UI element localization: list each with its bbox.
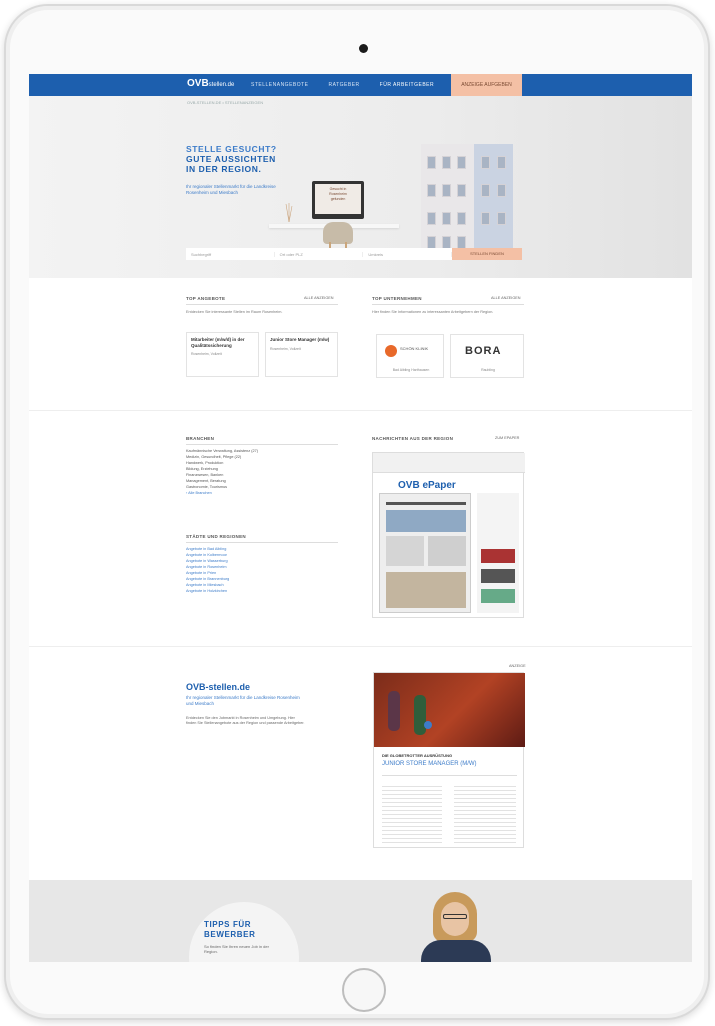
branches-list: Kaufmännische Verwaltung, Assistenz (27)…	[186, 448, 338, 496]
nav-ratgeber[interactable]: RATGEBER	[329, 82, 360, 88]
breadcrumb: OVB-STELLEN.DE • STELLENANZEIGEN	[187, 100, 264, 105]
news-title: NACHRICHTEN AUS DER REGION	[372, 436, 454, 441]
epaper-preview[interactable]: OVB ePaper	[372, 452, 525, 618]
hero-line1: STELLE GESUCHT?	[186, 144, 277, 154]
anzeige-aufgeben-button[interactable]: ANZEIGE AUFGEBEN	[451, 74, 522, 96]
search-location-input[interactable]: Ort oder PLZ	[275, 251, 364, 257]
search-keyword-input[interactable]: Suchbegriff	[186, 251, 275, 257]
ad-company: DIE GLOBETROTTER AUSRÜSTUNG	[382, 753, 453, 758]
top-offers-title: TOP ANGEBOTE	[186, 296, 226, 301]
top-companies-link[interactable]: ALLE ANZEIGEN	[491, 296, 521, 300]
section-divider	[29, 646, 692, 647]
divider	[186, 304, 338, 305]
company-name: SCHÖN KLINIK	[400, 346, 429, 351]
nav-fuer-arbeitgeber[interactable]: FÜR ARBEITGEBER	[380, 82, 434, 88]
offer-sub: Rosenheim, Vollzeit	[270, 346, 301, 351]
cities-title: STÄDTE UND REGIONEN	[186, 534, 246, 539]
city-item[interactable]: Angebote in Holzkirchen	[186, 588, 338, 594]
all-branches-link[interactable]: › Alle Branchen	[186, 490, 338, 496]
hero-line3: IN DER REGION.	[186, 164, 262, 174]
tips-title: TIPPS FÜR BEWERBER	[204, 920, 255, 940]
building-image	[421, 144, 513, 258]
search-bar: Suchbegriff Ort oder PLZ Umkreis	[186, 248, 453, 260]
schoen-klinik-logo-icon	[385, 345, 397, 357]
ovb-logo-text: OVB-stellen.de	[186, 682, 251, 692]
main-nav: STELLENANGEBOTE RATGEBER FÜR ARBEITGEBER	[251, 82, 434, 88]
branches-title: BRANCHEN	[186, 436, 215, 441]
hero-subtitle: Ihr regionaler Stellenmarkt für die Land…	[186, 184, 276, 195]
epaper-sidebar	[477, 493, 519, 613]
divider	[372, 304, 524, 305]
hero-title: STELLE GESUCHT? GUTE AUSSICHTEN IN DER R…	[186, 144, 296, 174]
ovb-text: Entdecken Sie den Jobmarkt in Rosenheim …	[186, 716, 305, 725]
logo-suffix: stellen.de	[208, 82, 235, 88]
plant-image	[284, 202, 294, 223]
ad-job-title: JUNIOR STORE MANAGER (M/W)	[382, 761, 477, 767]
logo-text: OVB	[187, 78, 209, 89]
divider	[186, 444, 338, 445]
top-navigation: OVBstellen.de STELLENANGEBOTE RATGEBER F…	[29, 74, 692, 96]
nav-stellenangebote[interactable]: STELLENANGEBOTE	[251, 82, 309, 88]
hero-line2: GUTE AUSSICHTEN	[186, 154, 276, 164]
search-radius-select[interactable]: Umkreis	[363, 251, 453, 257]
home-button[interactable]	[342, 968, 386, 1012]
company-card[interactable]: BORA Raubling	[450, 334, 524, 378]
company-card[interactable]: SCHÖN KLINIK Bad Aibling Harthausen	[376, 334, 444, 378]
person-image	[415, 886, 501, 962]
job-ad-preview[interactable]: DIE GLOBETROTTER AUSRÜSTUNG JUNIOR STORE…	[373, 672, 525, 848]
top-companies-text: Hier finden Sie Informationen zu interes…	[372, 310, 494, 314]
offer-title: Junior Store Manager (m/w)	[270, 337, 330, 342]
offer-sub: Rosenheim, Vollzeit	[191, 352, 222, 356]
tips-subtitle: So finden Sie Ihren neuen Job in der Reg…	[204, 944, 269, 954]
monitor-text: gefunden	[330, 197, 346, 201]
top-offers-link[interactable]: ALLE ANZEIGEN	[304, 296, 334, 300]
company-sub: Raubling	[481, 368, 495, 372]
ad-label: ANZEIGE	[509, 664, 526, 668]
newspaper-page	[379, 493, 471, 613]
epaper-toolbar	[373, 453, 525, 473]
company-sub: Bad Aibling Harthausen	[392, 368, 430, 372]
epaper-link[interactable]: ZUM EPAPER	[495, 436, 519, 440]
offer-card[interactable]: Junior Store Manager (m/w) Rosenheim, Vo…	[265, 332, 338, 377]
tips-line1: TIPPS FÜR	[204, 920, 252, 929]
ad-image	[374, 673, 525, 747]
camera	[359, 44, 368, 53]
cities-list: Angebote in Bad Aibling Angebote in Kolb…	[186, 546, 338, 594]
offer-card[interactable]: Mitarbeiter (m/w/d) in der Qualitätssich…	[186, 332, 259, 377]
top-companies-title: TOP UNTERNEHMEN	[372, 296, 422, 301]
site-logo[interactable]: OVBstellen.de	[187, 78, 234, 89]
search-button[interactable]: STELLEN FINDEN	[452, 248, 522, 260]
ovb-subtitle: Ihr regionaler Stellenmarkt für die Land…	[186, 695, 300, 706]
top-offers-text: Entdecken Sie interessante Stellen im Ra…	[186, 310, 283, 314]
offer-title: Mitarbeiter (m/w/d) in der Qualitätssich…	[191, 337, 245, 348]
tips-section	[29, 880, 692, 962]
monitor-image: Gesucht in Rosenheim gefunden	[312, 181, 364, 219]
company-name: BORA	[465, 345, 502, 357]
section-divider	[29, 410, 692, 411]
epaper-logo: OVB ePaper	[398, 480, 456, 491]
tips-line2: BEWERBER	[204, 930, 256, 939]
divider	[186, 542, 338, 543]
browser-screen: OVBstellen.de STELLENANGEBOTE RATGEBER F…	[29, 74, 692, 962]
